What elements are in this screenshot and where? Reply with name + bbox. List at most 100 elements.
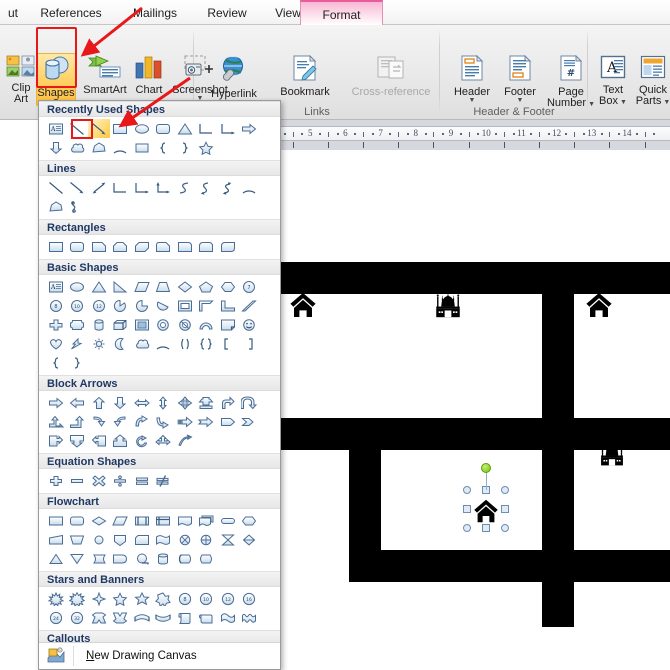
shapes-button[interactable]: Shapes▼	[36, 53, 76, 106]
left-arrow-callout-shape[interactable]	[88, 431, 110, 450]
flowchart-predefined-process-shape[interactable]	[131, 511, 153, 530]
flowchart-magnetic-disk-shape[interactable]	[153, 549, 175, 568]
cloud-shape[interactable]	[131, 334, 153, 353]
ruler-tab-stop[interactable]	[327, 142, 329, 148]
frame-shape[interactable]	[174, 296, 196, 315]
star-10-point-shape[interactable]: 10	[196, 589, 218, 608]
explosion-2-shape[interactable]	[67, 589, 89, 608]
flowchart-summing-junction-shape[interactable]	[174, 530, 196, 549]
right-arrow-shape[interactable]	[239, 119, 261, 138]
left-right-arrow-shape[interactable]	[131, 393, 153, 412]
chart-button[interactable]: Chart	[128, 53, 170, 96]
flowchart-sequential-access-shape[interactable]	[131, 549, 153, 568]
wave-shape[interactable]	[217, 608, 239, 627]
mosque-icon-top-mid[interactable]	[434, 292, 462, 320]
rounded-rectangle-shape[interactable]	[153, 119, 175, 138]
flowchart-process-shape[interactable]	[45, 511, 67, 530]
rectangle-shape[interactable]	[45, 237, 67, 256]
rectangle-shape[interactable]	[110, 119, 132, 138]
curved-down-arrow-shape[interactable]	[153, 412, 175, 431]
footer-button[interactable]: Footer ▼	[496, 53, 544, 104]
dodecagon-shape[interactable]: 12	[88, 296, 110, 315]
chevron-shape[interactable]	[239, 412, 261, 431]
heart-shape[interactable]	[45, 334, 67, 353]
flowchart-terminator-shape[interactable]	[217, 511, 239, 530]
flowchart-extract-shape[interactable]	[45, 549, 67, 568]
star-7-point-shape[interactable]	[153, 589, 175, 608]
right-brace-shape[interactable]	[67, 353, 89, 372]
left-brace-shape[interactable]	[153, 138, 175, 157]
cube-shape[interactable]	[110, 315, 132, 334]
flowchart-connector-shape[interactable]	[88, 530, 110, 549]
pentagon-shape[interactable]	[196, 277, 218, 296]
flowchart-merge-shape[interactable]	[67, 549, 89, 568]
right-triangle-shape[interactable]	[110, 277, 132, 296]
round-same-side-corner-shape[interactable]	[196, 237, 218, 256]
right-brace-shape[interactable]	[174, 138, 196, 157]
rounded-rectangle-shape[interactable]	[67, 237, 89, 256]
right-arrow-callout-shape[interactable]	[45, 431, 67, 450]
flowchart-off-page-connector-shape[interactable]	[110, 530, 132, 549]
striped-right-arrow-shape[interactable]	[174, 412, 196, 431]
hexagon-shape[interactable]	[217, 277, 239, 296]
no-symbol-shape[interactable]	[174, 315, 196, 334]
resize-handle[interactable]	[501, 524, 509, 532]
new-drawing-canvas-item[interactable]: New Drawing Canvas	[39, 642, 280, 669]
ruler-tab-stop[interactable]	[539, 142, 540, 148]
ruler-tab-stop[interactable]	[363, 142, 364, 148]
four-way-arrow-shape[interactable]	[174, 393, 196, 412]
cylinder-shape[interactable]	[88, 315, 110, 334]
elbow-connector-shape[interactable]	[110, 178, 132, 197]
half-frame-shape[interactable]	[196, 296, 218, 315]
bevel-shape[interactable]	[131, 315, 153, 334]
house-icon-top-left[interactable]	[288, 290, 318, 320]
rotate-handle[interactable]	[481, 463, 491, 473]
down-arrow-callout-shape[interactable]	[67, 431, 89, 450]
tab-ut[interactable]: ut	[0, 0, 26, 25]
ruler-tab-stop[interactable]	[503, 142, 505, 148]
quad-arrow-callout-shape[interactable]	[196, 393, 218, 412]
vertical-scroll-shape[interactable]	[174, 608, 196, 627]
block-arc-shape[interactable]	[196, 315, 218, 334]
arc-shape[interactable]	[239, 178, 261, 197]
curved-up-ribbon-shape[interactable]	[131, 608, 153, 627]
flowchart-card-shape[interactable]	[131, 530, 153, 549]
not-equal-shape[interactable]	[153, 471, 175, 490]
right-arrow-shape[interactable]	[45, 393, 67, 412]
document-canvas[interactable]	[279, 150, 670, 670]
flowchart-or-shape[interactable]	[196, 530, 218, 549]
flowchart-multidocument-shape[interactable]	[196, 511, 218, 530]
road-vertical-right[interactable]	[542, 262, 574, 627]
curved-double-arrow-connector-shape[interactable]	[217, 178, 239, 197]
pie-shape[interactable]	[110, 296, 132, 315]
quick-parts-button[interactable]: Quick Parts ▼	[632, 53, 670, 108]
tab-references[interactable]: References	[28, 0, 114, 25]
bookmark-button[interactable]: Bookmark	[270, 53, 340, 98]
division-shape[interactable]	[110, 471, 132, 490]
up-down-arrow-shape[interactable]	[153, 393, 175, 412]
cross-shape[interactable]	[45, 315, 67, 334]
teardrop-shape[interactable]	[131, 296, 153, 315]
resize-handle[interactable]	[501, 486, 509, 494]
down-arrow-shape[interactable]	[45, 138, 67, 157]
diamond-shape[interactable]	[174, 277, 196, 296]
bent-arrow-shape[interactable]	[217, 393, 239, 412]
ruler-tab-stop[interactable]	[609, 142, 611, 148]
u-turn-arrow-shape[interactable]	[239, 393, 261, 412]
flowchart-manual-input-shape[interactable]	[45, 530, 67, 549]
flowchart-preparation-shape[interactable]	[239, 511, 261, 530]
star-5-point-shape[interactable]	[110, 589, 132, 608]
isosceles-triangle-shape[interactable]	[88, 277, 110, 296]
ruler-tab-stop[interactable]	[574, 142, 576, 148]
octagon-shape[interactable]: 8	[45, 296, 67, 315]
folded-corner-shape[interactable]	[217, 315, 239, 334]
l-shape[interactable]	[217, 296, 239, 315]
freeform-shape[interactable]	[88, 138, 110, 157]
double-wave-shape[interactable]	[239, 608, 261, 627]
house-icon-top-right[interactable]	[584, 290, 614, 320]
freeform-shape[interactable]	[45, 197, 67, 216]
isosceles-triangle-shape[interactable]	[174, 119, 196, 138]
scribble-shape[interactable]	[67, 197, 89, 216]
text-box-shape[interactable]: A	[45, 119, 67, 138]
flowchart-alternate-process-shape[interactable]	[67, 511, 89, 530]
